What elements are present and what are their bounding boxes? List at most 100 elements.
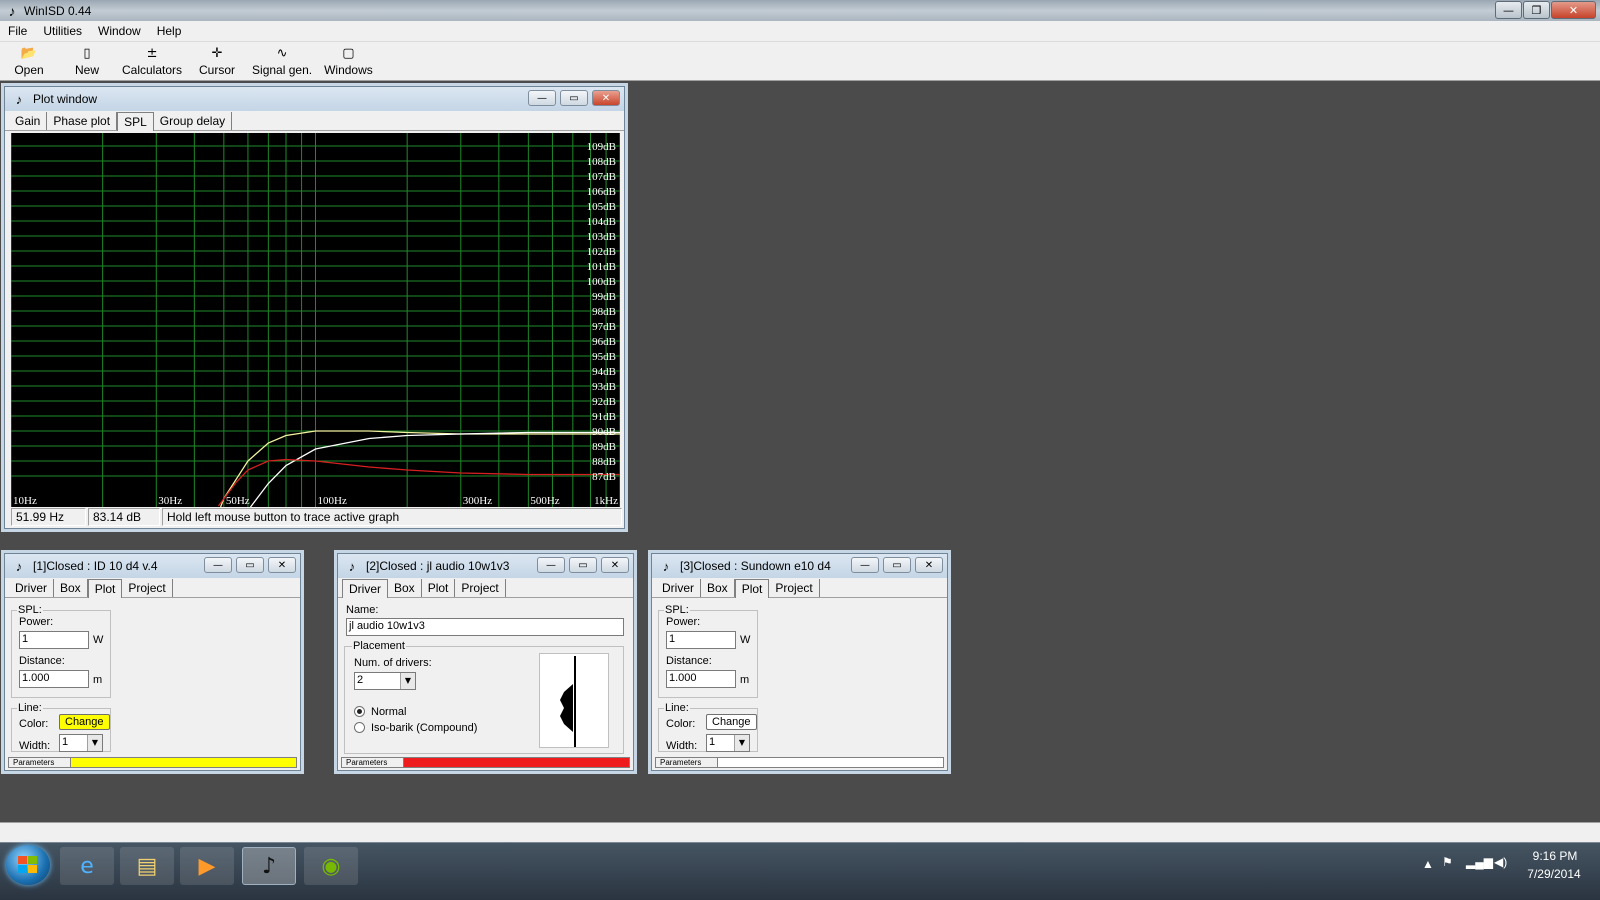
taskbar-internet-explorer[interactable]: e bbox=[60, 847, 114, 885]
project-2-maximize-button[interactable]: ▭ bbox=[569, 557, 597, 573]
width-select[interactable]: 1 ▼ bbox=[59, 734, 103, 752]
distance-unit: m bbox=[740, 674, 750, 686]
action-center-flag-icon[interactable]: ⚑ bbox=[1442, 855, 1453, 869]
restore-button[interactable]: ❐ bbox=[1523, 1, 1550, 19]
project-3-close-button[interactable]: ✕ bbox=[915, 557, 943, 573]
project-3-maximize-button[interactable]: ▭ bbox=[883, 557, 911, 573]
spl-plot[interactable]: 109dB 108dB 107dB 106dB 105dB 104dB 103dB 102dB… bbox=[11, 133, 620, 507]
spl-group-label: SPL: bbox=[664, 604, 690, 616]
tab-spl[interactable]: SPL bbox=[117, 112, 154, 131]
project-3-titlebar[interactable]: ♪ [3]Closed : Sundown e10 d4 — ▭ ✕ bbox=[652, 554, 947, 578]
project-2-title: [2]Closed : jl audio 10w1v3 bbox=[366, 559, 510, 573]
distance-field[interactable]: 1.000 bbox=[19, 670, 89, 688]
tab-plot[interactable]: Plot bbox=[422, 579, 456, 597]
power-field[interactable]: 1 bbox=[19, 631, 89, 649]
plot-window-title: Plot window bbox=[33, 92, 98, 106]
menu-window[interactable]: Window bbox=[90, 24, 149, 38]
tab-project[interactable]: Project bbox=[122, 579, 173, 597]
tab-gain[interactable]: Gain bbox=[9, 112, 48, 130]
folder-icon: ▤ bbox=[136, 853, 158, 879]
open-button[interactable]: 📂 Open bbox=[0, 42, 58, 80]
cursor-button[interactable]: ✛ Cursor bbox=[188, 42, 246, 80]
clock-date[interactable]: 7/29/2014 bbox=[1522, 867, 1586, 881]
line-color-swatch bbox=[404, 758, 629, 767]
project-2-close-button[interactable]: ✕ bbox=[601, 557, 629, 573]
tab-box[interactable]: Box bbox=[701, 579, 735, 597]
tab-plot[interactable]: Plot bbox=[734, 579, 770, 598]
parameters-label[interactable]: Parameters bbox=[9, 758, 71, 767]
project-1-maximize-button[interactable]: ▭ bbox=[236, 557, 264, 573]
chevron-down-icon: ▼ bbox=[87, 735, 102, 751]
driver-name-field[interactable]: jl audio 10w1v3 bbox=[346, 618, 624, 636]
power-label: Power: bbox=[19, 616, 54, 628]
tab-driver[interactable]: Driver bbox=[342, 579, 388, 598]
line-color-swatch bbox=[718, 758, 943, 767]
project-window-2: ♪ [2]Closed : jl audio 10w1v3 — ▭ ✕ Driv… bbox=[337, 553, 634, 771]
start-button[interactable] bbox=[6, 845, 50, 885]
tab-group-delay[interactable]: Group delay bbox=[154, 112, 233, 130]
parameters-label[interactable]: Parameters bbox=[656, 758, 718, 767]
isobarik-radio[interactable] bbox=[354, 722, 365, 733]
new-button[interactable]: ▯ New bbox=[58, 42, 116, 80]
power-field[interactable]: 1 bbox=[666, 631, 736, 649]
plot-maximize-button[interactable]: ▭ bbox=[560, 90, 588, 106]
open-folder-icon: 📂 bbox=[20, 46, 38, 61]
project-2-tabs: Driver Box Plot Project bbox=[338, 578, 633, 598]
calculators-button[interactable]: ± Calculators bbox=[116, 42, 188, 80]
media-player-icon: ▶ bbox=[198, 853, 216, 879]
clock-time[interactable]: 9:16 PM bbox=[1527, 849, 1583, 863]
taskbar-media-player[interactable]: ▶ bbox=[180, 847, 234, 885]
parameters-bar: Parameters bbox=[8, 757, 297, 768]
volume-icon[interactable]: ◀) bbox=[1494, 855, 1507, 869]
menu-utilities[interactable]: Utilities bbox=[35, 24, 90, 38]
plot-window: ♪ Plot window — ▭ ✕ Gain Phase plot SPL … bbox=[4, 86, 625, 529]
normal-radio[interactable] bbox=[354, 706, 365, 717]
project-1-titlebar[interactable]: ♪ [1]Closed : ID 10 d4 v.4 — ▭ ✕ bbox=[5, 554, 300, 578]
close-button[interactable]: ✕ bbox=[1551, 1, 1596, 19]
app-title: WinISD 0.44 bbox=[24, 3, 92, 18]
change-color-button[interactable]: Change bbox=[706, 714, 757, 730]
y-tick-label: 89dB bbox=[592, 441, 616, 453]
tab-project[interactable]: Project bbox=[769, 579, 820, 597]
width-select[interactable]: 1 ▼ bbox=[706, 734, 750, 752]
taskbar-file-explorer[interactable]: ▤ bbox=[120, 847, 174, 885]
change-color-button[interactable]: Change bbox=[59, 714, 110, 730]
taskbar-nvidia[interactable]: ◉ bbox=[304, 847, 358, 885]
plot-minimize-button[interactable]: — bbox=[528, 90, 556, 106]
internet-explorer-icon: e bbox=[80, 853, 94, 879]
tab-plot[interactable]: Plot bbox=[87, 579, 123, 598]
show-hidden-icons-icon[interactable]: ▲ bbox=[1422, 857, 1434, 871]
minimize-button[interactable]: — bbox=[1495, 1, 1522, 19]
taskbar-winisd[interactable]: ♪ bbox=[242, 847, 296, 885]
x-tick-label: 300Hz bbox=[463, 495, 492, 507]
tab-box[interactable]: Box bbox=[388, 579, 422, 597]
menu-file[interactable]: File bbox=[0, 24, 35, 38]
network-icon[interactable]: ▂▄▆ bbox=[1466, 855, 1493, 869]
tab-phase-plot[interactable]: Phase plot bbox=[47, 112, 118, 130]
signal-gen-icon: ∿ bbox=[276, 46, 288, 61]
plot-close-button[interactable]: ✕ bbox=[592, 90, 620, 106]
tab-box[interactable]: Box bbox=[54, 579, 88, 597]
tab-driver[interactable]: Driver bbox=[9, 579, 54, 597]
project-2-minimize-button[interactable]: — bbox=[537, 557, 565, 573]
project-3-minimize-button[interactable]: — bbox=[851, 557, 879, 573]
plot-window-titlebar[interactable]: ♪ Plot window — ▭ ✕ bbox=[5, 87, 624, 111]
y-tick-label: 102dB bbox=[587, 246, 616, 258]
parameters-bar: Parameters bbox=[655, 757, 944, 768]
project-1-close-button[interactable]: ✕ bbox=[268, 557, 296, 573]
menu-help[interactable]: Help bbox=[149, 24, 190, 38]
status-hint: Hold left mouse button to trace active g… bbox=[162, 508, 622, 526]
project-1-tabs: Driver Box Plot Project bbox=[5, 578, 300, 598]
windows-button[interactable]: ▢ Windows bbox=[318, 42, 379, 80]
line-group-label: Line: bbox=[664, 702, 690, 714]
project-1-minimize-button[interactable]: — bbox=[204, 557, 232, 573]
tab-project[interactable]: Project bbox=[455, 579, 506, 597]
y-tick-label: 108dB bbox=[587, 156, 616, 168]
tab-driver[interactable]: Driver bbox=[656, 579, 701, 597]
num-drivers-select[interactable]: 2 ▼ bbox=[354, 672, 416, 690]
spl-chart-svg[interactable]: 109dB 108dB 107dB 106dB 105dB 104dB 103dB 102dB… bbox=[11, 133, 620, 507]
project-2-titlebar[interactable]: ♪ [2]Closed : jl audio 10w1v3 — ▭ ✕ bbox=[338, 554, 633, 578]
parameters-label[interactable]: Parameters bbox=[342, 758, 404, 767]
distance-field[interactable]: 1.000 bbox=[666, 670, 736, 688]
signal-gen-button[interactable]: ∿ Signal gen. bbox=[246, 42, 318, 80]
